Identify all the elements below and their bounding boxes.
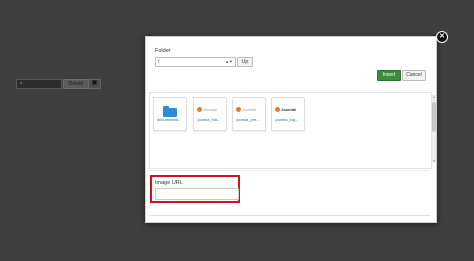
folder-select[interactable]: / ▲▼ bbox=[155, 57, 236, 67]
media-manager-modal: Folder / ▲▼ Up Insert Cancel documentat.… bbox=[145, 36, 437, 223]
joomla-logo-icon: Joomla! bbox=[197, 101, 223, 113]
folder-label: Folder bbox=[155, 48, 171, 54]
media-item-folder[interactable] bbox=[153, 97, 187, 131]
media-item-label[interactable]: joomla_pre... bbox=[230, 117, 266, 122]
up-button[interactable]: Up bbox=[237, 57, 253, 67]
joomla-logo-icon: Joomla! bbox=[275, 101, 301, 113]
image-url-label: Image URL bbox=[155, 180, 183, 186]
image-icon: ▪ bbox=[20, 81, 23, 87]
scrollbar-thumb[interactable] bbox=[432, 102, 436, 132]
clear-icon[interactable]: ✖ bbox=[88, 79, 101, 89]
background-image-field[interactable]: ▪ bbox=[16, 79, 62, 89]
scroll-up-icon[interactable]: ▲ bbox=[432, 95, 436, 99]
media-item-label[interactable]: joomla_log... bbox=[269, 117, 305, 122]
media-browser-scrollbar[interactable]: ▲ ▼ bbox=[432, 95, 436, 163]
media-item-image[interactable]: Joomla! bbox=[232, 97, 266, 131]
divider bbox=[149, 215, 430, 216]
joomla-logo-icon: Joomla! bbox=[236, 101, 262, 113]
folder-icon bbox=[163, 106, 177, 117]
image-url-input[interactable] bbox=[155, 188, 239, 200]
media-item-label[interactable]: documentat... bbox=[151, 117, 187, 122]
cancel-button[interactable]: Cancel bbox=[402, 70, 426, 81]
folder-select-value: / bbox=[158, 59, 160, 65]
media-item-image[interactable]: Joomla! bbox=[193, 97, 227, 131]
media-item-label[interactable]: joomla_bla... bbox=[191, 117, 227, 122]
scroll-down-icon[interactable]: ▼ bbox=[432, 159, 436, 163]
close-icon[interactable]: ✕ bbox=[436, 31, 448, 43]
insert-button[interactable]: Insert bbox=[377, 70, 401, 81]
delete-button[interactable]: Delete bbox=[63, 79, 89, 89]
media-item-image[interactable]: Joomla! bbox=[271, 97, 305, 131]
chevron-down-icon: ▲▼ bbox=[225, 59, 233, 64]
divider bbox=[149, 170, 430, 171]
